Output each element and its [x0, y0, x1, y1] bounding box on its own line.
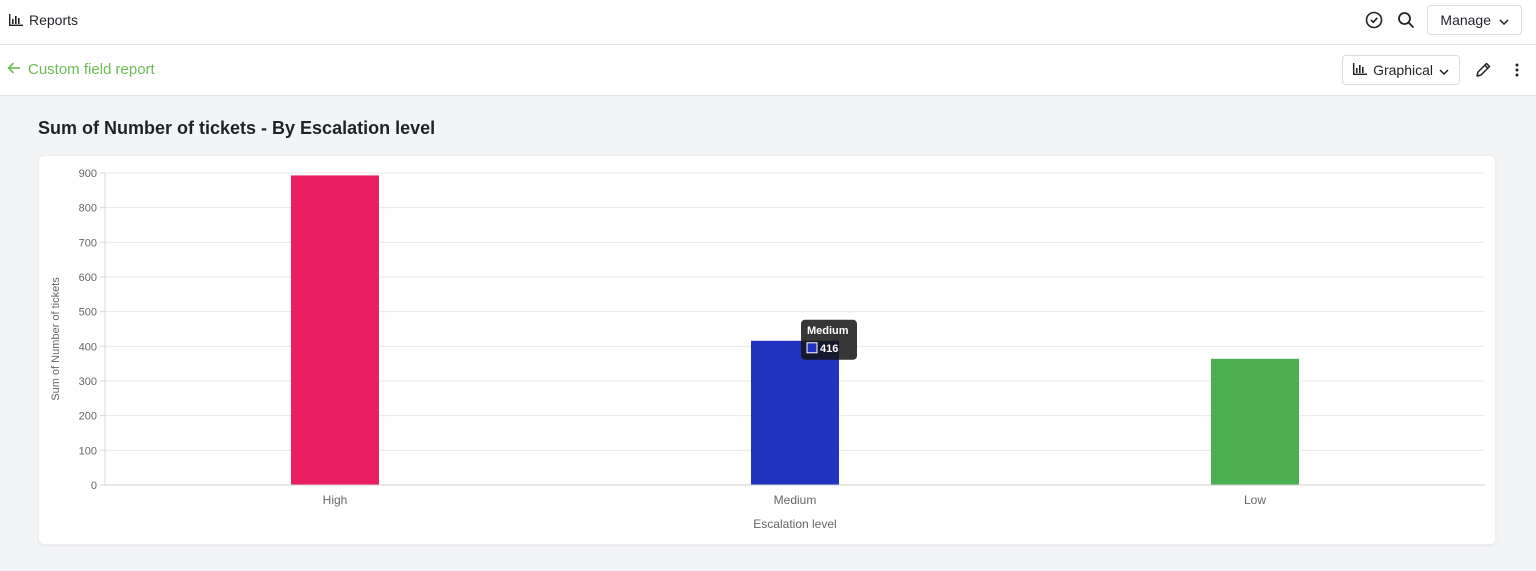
x-axis-label: Escalation level	[753, 517, 836, 531]
y-tick-label-8: 800	[79, 203, 97, 215]
y-axis-label: Sum of Number of tickets	[50, 277, 62, 401]
bar-chart: 0 100 200 300 400 500 600 700 800 900 High Medium L…	[50, 168, 1485, 531]
arrow-left-icon	[7, 61, 21, 78]
y-tick-label-4: 400	[79, 341, 97, 353]
back-link-label: Custom field report	[28, 61, 155, 78]
clock-check-icon[interactable]	[1363, 9, 1385, 31]
bar-low[interactable]	[1211, 358, 1299, 485]
y-tick-label-5: 500	[79, 307, 97, 319]
view-mode-dropdown[interactable]: Graphical	[1342, 55, 1460, 85]
y-tick-label-2: 200	[79, 411, 97, 423]
manage-label: Manage	[1440, 12, 1491, 28]
chevron-down-icon	[1439, 62, 1449, 78]
tooltip-value: 416	[820, 343, 838, 355]
y-axis-ticks: 0 100 200 300 400 500 600 700 800 900	[79, 168, 105, 492]
y-tick-label-1: 100	[79, 445, 97, 457]
search-icon[interactable]	[1395, 9, 1417, 31]
sub-header: Custom field report Graphical	[0, 45, 1536, 96]
y-tick-label-6: 600	[79, 272, 97, 284]
bar-chart-icon	[1353, 62, 1368, 78]
top-actions: Manage	[1363, 5, 1522, 35]
bars	[291, 175, 1299, 485]
x-tick-label-high: High	[323, 493, 348, 507]
chart-card: 0 100 200 300 400 500 600 700 800 900 High Medium L…	[38, 155, 1496, 545]
y-tick-label-0: 0	[91, 480, 97, 492]
top-bar: Reports Manage	[0, 0, 1536, 45]
x-tick-label-low: Low	[1244, 493, 1266, 507]
bar-chart-icon	[9, 14, 23, 26]
y-tick-label-7: 700	[79, 237, 97, 249]
pencil-icon[interactable]	[1472, 59, 1494, 81]
bar-high[interactable]	[291, 175, 379, 485]
x-tick-label-medium: Medium	[774, 493, 817, 507]
report-title: Sum of Number of tickets - By Escalation…	[38, 118, 436, 138]
x-axis-ticks: High Medium Low	[323, 493, 1267, 507]
y-tick-label-9: 900	[79, 168, 97, 180]
bar-medium[interactable]	[751, 340, 839, 485]
tooltip-title: Medium	[807, 325, 849, 337]
chart-tooltip: Medium 416	[801, 319, 857, 360]
back-link[interactable]: Custom field report	[7, 61, 155, 78]
app-title: Reports	[29, 12, 79, 28]
report-actions: Graphical	[1342, 55, 1528, 85]
y-tick-label-3: 300	[79, 376, 97, 388]
app-title-area[interactable]: Reports	[9, 12, 78, 28]
view-mode-label: Graphical	[1373, 62, 1433, 78]
more-vertical-icon[interactable]	[1506, 59, 1528, 81]
chevron-down-icon	[1499, 12, 1509, 28]
tooltip-swatch	[806, 342, 818, 354]
manage-dropdown[interactable]: Manage	[1427, 5, 1522, 35]
